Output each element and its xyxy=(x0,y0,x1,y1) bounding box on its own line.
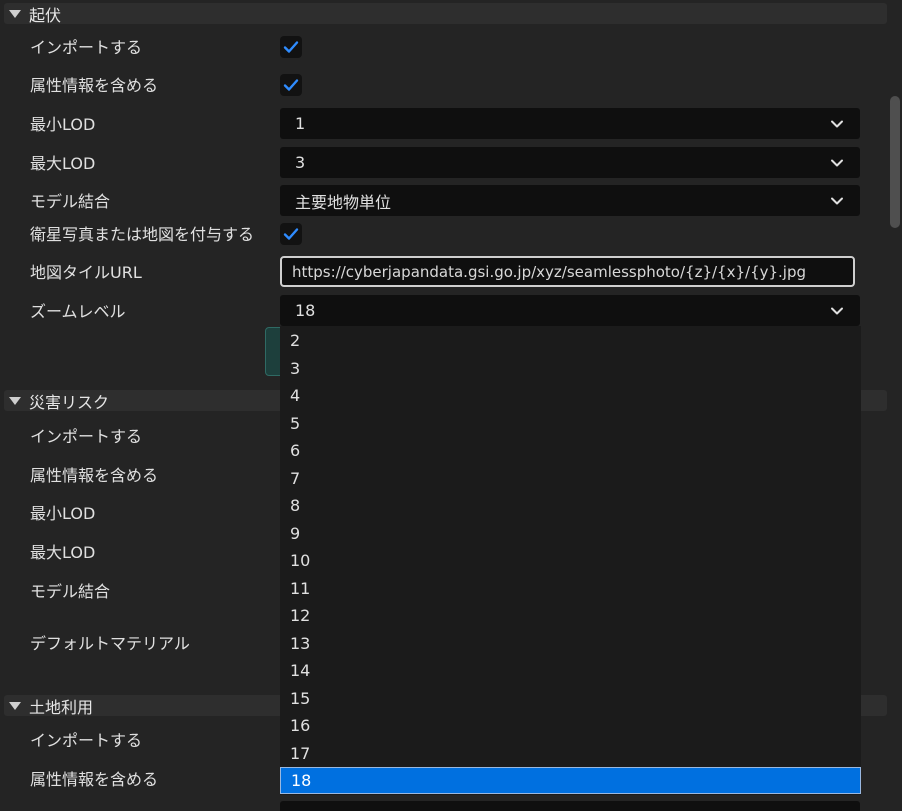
merge-combo[interactable]: 主要地物単位 xyxy=(280,185,860,216)
zoom-dropdown-list[interactable]: 2 3 4 5 6 7 8 9 10 11 12 13 14 15 16 17 18 xyxy=(280,326,861,795)
tile-url-value: https://cyberjapandata.gsi.go.jp/xyz/sea… xyxy=(292,262,807,281)
section-title: 土地利用 xyxy=(29,697,94,717)
partial-field[interactable] xyxy=(280,801,860,811)
chevron-down-icon xyxy=(831,197,843,204)
min-lod-label: 最小LOD xyxy=(30,504,96,523)
merge-label: モデル結合 xyxy=(30,192,111,211)
attributes-label: 属性情報を含める xyxy=(30,76,159,95)
import-checkbox[interactable] xyxy=(280,36,302,58)
checkmark-icon xyxy=(283,79,299,91)
zoom-option[interactable]: 3 xyxy=(280,355,861,382)
import-label: インポートする xyxy=(30,38,143,57)
zoom-option[interactable]: 9 xyxy=(280,520,861,547)
satellite-label: 衛星写真または地図を付与する xyxy=(30,225,255,244)
section-title: 起伏 xyxy=(29,5,62,25)
min-lod-value: 1 xyxy=(295,114,306,133)
zoom-value: 18 xyxy=(295,301,316,320)
max-lod-label: 最大LOD xyxy=(30,543,96,562)
triangle-down-icon xyxy=(9,396,21,405)
zoom-label: ズームレベル xyxy=(30,302,126,321)
zoom-option[interactable]: 14 xyxy=(280,657,861,684)
max-lod-value: 3 xyxy=(295,153,306,172)
zoom-option[interactable]: 12 xyxy=(280,602,861,629)
zoom-option[interactable]: 15 xyxy=(280,685,861,712)
zoom-combo[interactable]: 18 xyxy=(280,295,860,326)
import-label: インポートする xyxy=(30,731,143,750)
chevron-down-icon xyxy=(831,120,843,127)
triangle-down-icon xyxy=(9,701,21,710)
tile-url-input[interactable]: https://cyberjapandata.gsi.go.jp/xyz/sea… xyxy=(280,256,855,287)
attributes-checkbox[interactable] xyxy=(280,74,302,96)
merge-value: 主要地物単位 xyxy=(295,192,392,212)
section-header-relief[interactable]: 起伏 xyxy=(4,3,887,25)
section-title: 災害リスク xyxy=(29,392,110,412)
action-button[interactable] xyxy=(265,327,281,376)
attributes-label: 属性情報を含める xyxy=(30,770,159,789)
checkmark-icon xyxy=(283,228,299,240)
scrollbar-thumb[interactable] xyxy=(890,96,900,228)
zoom-option[interactable]: 18 xyxy=(280,767,861,794)
triangle-down-icon xyxy=(9,9,21,18)
attributes-label: 属性情報を含める xyxy=(30,466,159,485)
zoom-option[interactable]: 13 xyxy=(280,630,861,657)
chevron-down-icon xyxy=(831,307,843,314)
material-label: デフォルトマテリアル xyxy=(30,634,190,653)
chevron-down-icon xyxy=(831,159,843,166)
max-lod-label: 最大LOD xyxy=(30,154,96,173)
zoom-option[interactable]: 10 xyxy=(280,547,861,574)
zoom-option[interactable]: 7 xyxy=(280,465,861,492)
min-lod-label: 最小LOD xyxy=(30,115,96,134)
zoom-option[interactable]: 11 xyxy=(280,575,861,602)
import-label: インポートする xyxy=(30,427,143,446)
satellite-checkbox[interactable] xyxy=(280,223,302,245)
max-lod-combo[interactable]: 3 xyxy=(280,147,860,178)
merge-label: モデル結合 xyxy=(30,582,111,601)
min-lod-combo[interactable]: 1 xyxy=(280,108,860,139)
zoom-option[interactable]: 8 xyxy=(280,492,861,519)
zoom-option[interactable]: 17 xyxy=(280,740,861,767)
checkmark-icon xyxy=(283,41,299,53)
tile-url-label: 地図タイルURL xyxy=(30,263,142,282)
zoom-option[interactable]: 5 xyxy=(280,410,861,437)
zoom-option[interactable]: 16 xyxy=(280,712,861,739)
zoom-option[interactable]: 4 xyxy=(280,382,861,409)
zoom-option[interactable]: 6 xyxy=(280,437,861,464)
zoom-option[interactable]: 2 xyxy=(280,327,861,354)
